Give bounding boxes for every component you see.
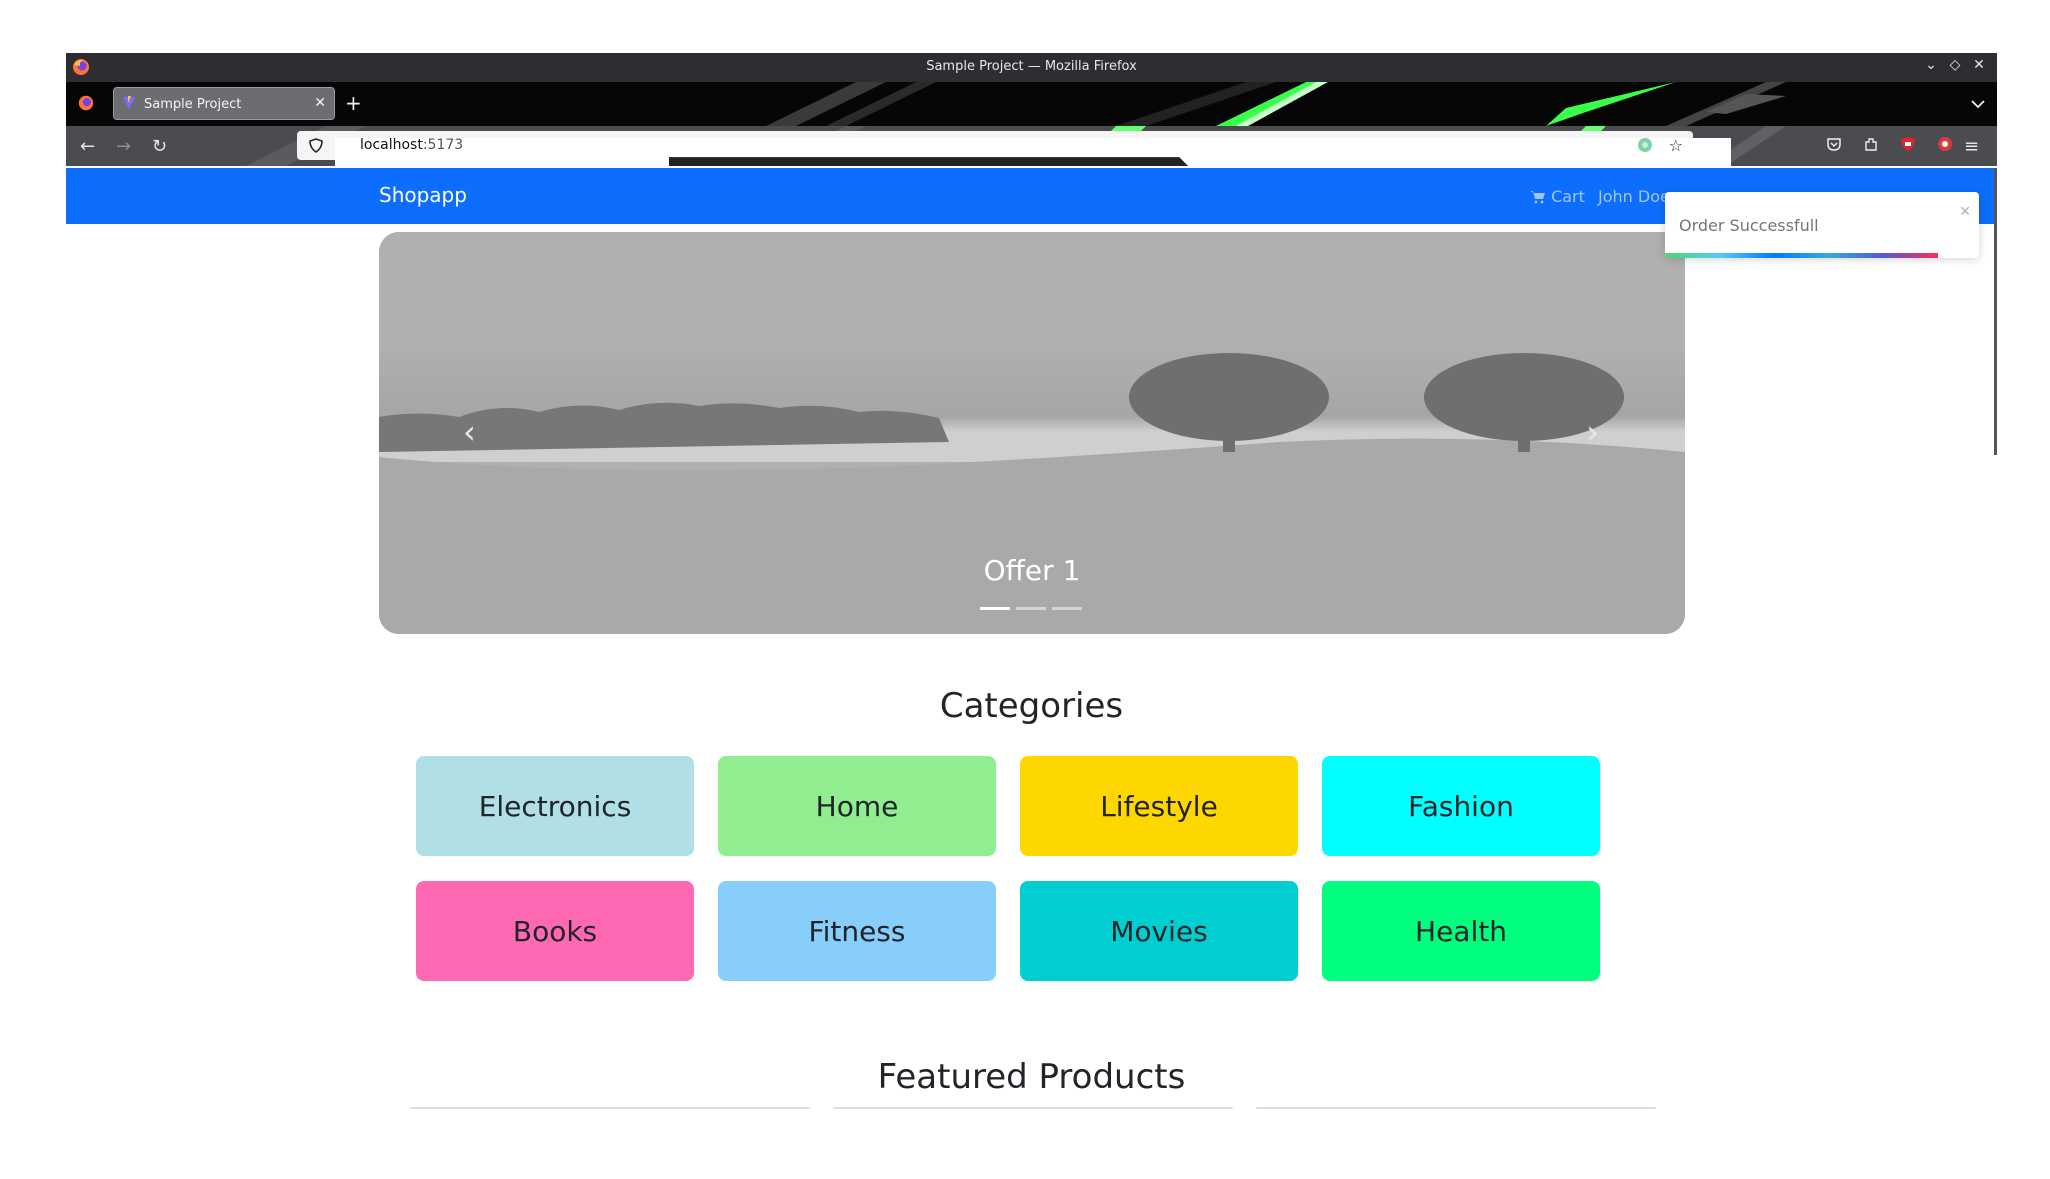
window-title: Sample Project — Mozilla Firefox [926, 59, 1137, 74]
category-card-fashion[interactable]: Fashion [1322, 756, 1600, 856]
featured-products-title: Featured Products [877, 1057, 1186, 1097]
cart-link[interactable]: Cart [1530, 187, 1585, 206]
cart-label: Cart [1551, 187, 1585, 206]
extensions-icon[interactable] [1863, 136, 1879, 152]
product-card[interactable] [410, 1107, 810, 1109]
product-card[interactable] [1256, 1107, 1656, 1109]
tab-strip: Sample Project ✕ + [66, 82, 1997, 126]
list-all-tabs-icon[interactable] [1971, 94, 1985, 113]
toast-message: Order Successfull [1679, 216, 1819, 235]
category-card-home[interactable]: Home [718, 756, 996, 856]
extension-red-icon[interactable] [1937, 136, 1953, 152]
carousel-indicator[interactable] [1016, 607, 1046, 610]
page-scrollbar[interactable] [1994, 168, 1997, 455]
tracking-protection-shield-icon[interactable] [309, 138, 323, 153]
title-bar: Sample Project — Mozilla Firefox ⌄ ◇ ✕ [66, 53, 1997, 82]
category-card-fitness[interactable]: Fitness [718, 881, 996, 981]
close-tab-icon[interactable]: ✕ [314, 95, 326, 111]
close-window-icon[interactable]: ✕ [1969, 57, 1989, 73]
tab-sample-project[interactable]: Sample Project ✕ [113, 87, 335, 120]
bookmark-star-icon[interactable]: ☆ [1669, 136, 1683, 155]
carousel-next-icon[interactable]: › [1586, 413, 1599, 451]
url-port: :5173 [422, 137, 464, 153]
page-info-icon[interactable] [335, 138, 1731, 166]
maximize-icon[interactable]: ◇ [1945, 57, 1965, 73]
app-menu-icon[interactable]: ≡ [1964, 136, 1979, 157]
reload-icon[interactable]: ↻ [152, 136, 167, 157]
forward-icon[interactable]: → [116, 136, 131, 157]
ublock-origin-icon[interactable] [1900, 136, 1916, 152]
category-card-electronics[interactable]: Electronics [416, 756, 694, 856]
product-card[interactable] [833, 1107, 1233, 1109]
url-host: localhost [360, 137, 423, 153]
pocket-icon[interactable] [1826, 136, 1842, 152]
navigation-toolbar: ← → ↻ localhost:5173 ☆ ≡ [66, 126, 1997, 166]
category-card-books[interactable]: Books [416, 881, 694, 981]
toast-close-icon[interactable]: ✕ [1959, 204, 1971, 220]
back-icon[interactable]: ← [80, 136, 95, 157]
web-page: Shopapp Cart John Doe ‹ › Offer 1 Catego… [66, 168, 1997, 1126]
cart-icon [1530, 191, 1545, 204]
carousel-caption: Offer 1 [983, 554, 1081, 587]
vite-favicon-icon [123, 96, 135, 109]
minimize-icon[interactable]: ⌄ [1921, 57, 1941, 73]
categories-title: Categories [939, 686, 1124, 726]
carousel-indicator[interactable] [980, 607, 1010, 610]
user-menu[interactable]: John Doe [1598, 187, 1670, 206]
translate-extension-icon[interactable] [1637, 137, 1653, 153]
category-card-health[interactable]: Health [1322, 881, 1600, 981]
offer-carousel[interactable]: ‹ › Offer 1 [379, 232, 1685, 634]
carousel-indicator[interactable] [1052, 607, 1082, 610]
category-card-lifestyle[interactable]: Lifestyle [1020, 756, 1298, 856]
browser-window: Sample Project — Mozilla Firefox ⌄ ◇ ✕ S… [66, 53, 1997, 1126]
category-card-movies[interactable]: Movies [1020, 881, 1298, 981]
tab-title: Sample Project [144, 97, 242, 112]
url-bar[interactable]: localhost:5173 ☆ [297, 131, 1731, 166]
carousel-prev-icon[interactable]: ‹ [463, 413, 476, 451]
toast-progress-bar [1665, 253, 1939, 258]
firefox-view-icon[interactable] [77, 94, 95, 112]
brand-link[interactable]: Shopapp [379, 183, 467, 207]
url-text: localhost:5173 [360, 137, 463, 153]
order-success-toast: Order Successfull ✕ [1665, 192, 1979, 258]
new-tab-icon[interactable]: + [345, 91, 362, 115]
